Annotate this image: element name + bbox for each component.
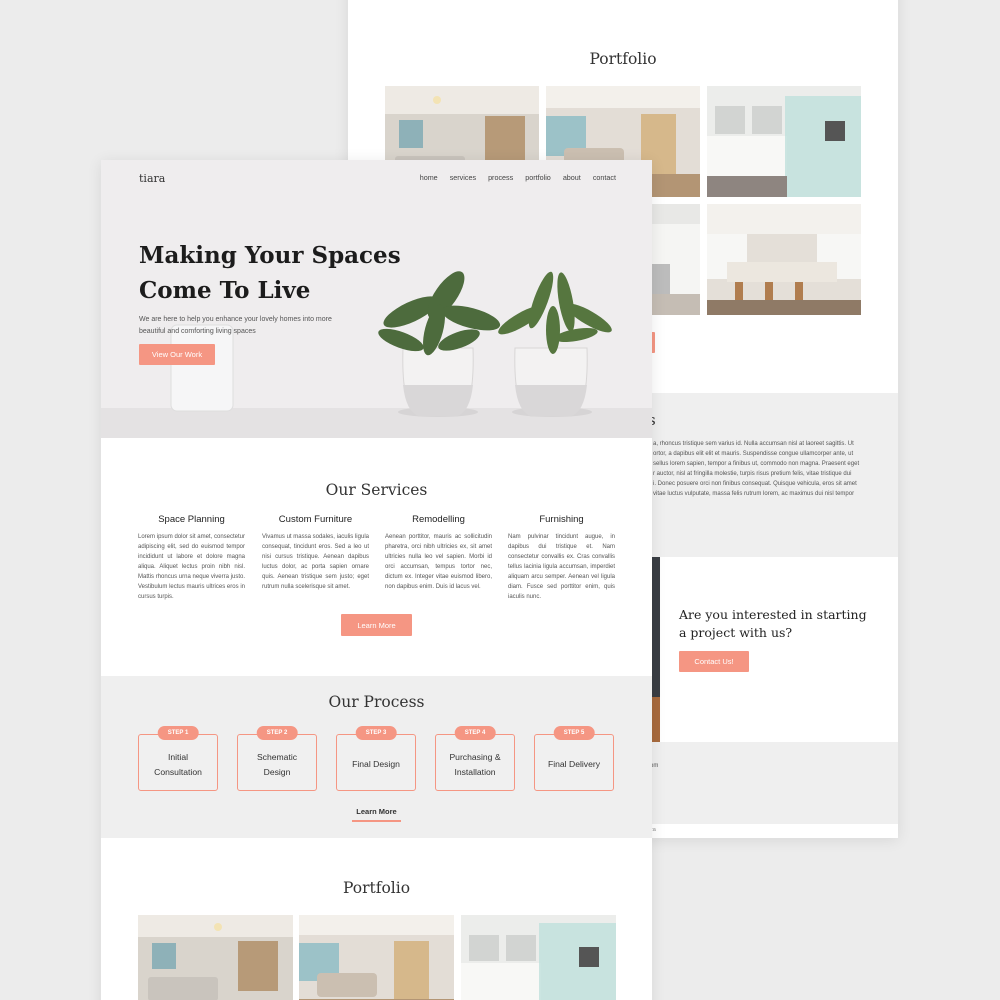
process-learn-more-link[interactable]: Learn More bbox=[352, 807, 401, 822]
hero-title: Making Your Spaces Come To Live bbox=[139, 238, 401, 308]
step-label: Schematic Design bbox=[256, 751, 298, 777]
service-name: Custom Furniture bbox=[278, 514, 353, 525]
nav-portfolio[interactable]: portfolio bbox=[525, 173, 551, 182]
front-page-mockup: tiara home services process portfolio ab… bbox=[101, 160, 652, 1000]
service-name: Remodelling bbox=[412, 514, 465, 525]
service-name: Space Planning bbox=[158, 514, 225, 525]
services-title: Our Services bbox=[325, 481, 428, 499]
process-title: Our Process bbox=[328, 693, 425, 711]
nav-contact[interactable]: contact bbox=[593, 173, 616, 182]
step-badge: STEP 5 bbox=[553, 726, 595, 740]
service-space-planning: Space Planning Lorem ipsum dolor sit ame… bbox=[138, 514, 245, 602]
cta-heading-line: a project with us? bbox=[679, 625, 793, 640]
top-nav: home services process portfolio about co… bbox=[420, 173, 616, 182]
logo[interactable]: tiara bbox=[139, 172, 165, 185]
process-step-2: STEP 2 Schematic Design bbox=[237, 726, 317, 791]
about-text: a, rhoncus tristique sem varius id. Null… bbox=[653, 439, 893, 499]
about-line: r auctor, nisl at fringilla molestie, tu… bbox=[653, 471, 852, 477]
step-badge: STEP 2 bbox=[256, 726, 298, 740]
service-description: Lorem ipsum dolor sit amet, consectetur … bbox=[138, 534, 245, 600]
portfolio-title: Portfolio bbox=[589, 50, 657, 68]
step-label: Final Delivery bbox=[547, 759, 601, 769]
portfolio-title: Portfolio bbox=[342, 879, 411, 897]
step-badge: STEP 1 bbox=[157, 726, 199, 740]
step-label: Final Design bbox=[352, 759, 400, 769]
service-description: Nam pulvinar tincidunt augue, in dapibus… bbox=[508, 534, 615, 600]
step-label: Purchasing & Installation bbox=[449, 751, 501, 777]
process-step-1: STEP 1 Initial Consultation bbox=[138, 726, 218, 791]
contact-us-button[interactable]: Contact Us! bbox=[679, 651, 749, 672]
step-label: Initial Consultation bbox=[154, 751, 202, 777]
about-line: ortor, a dapibus elit elit et mauris. Su… bbox=[653, 451, 854, 457]
about-line: a, rhoncus tristique sem varius id. Null… bbox=[653, 441, 854, 447]
services-learn-more-button[interactable]: Learn More bbox=[341, 614, 412, 636]
process-step-5: STEP 5 Final Delivery bbox=[534, 726, 614, 791]
step-badge: STEP 3 bbox=[355, 726, 397, 740]
about-line: sellus lorem sapien, tempor a finibus ut… bbox=[653, 461, 860, 467]
hero-subtitle-line: We are here to help you enhance your lov… bbox=[139, 316, 332, 323]
portfolio-image-bathroom[interactable] bbox=[707, 86, 861, 197]
portfolio-image-kitchen-island[interactable] bbox=[707, 204, 861, 315]
cta-heading: Are you interested in starting a project… bbox=[679, 606, 867, 642]
hero-subtitle: We are here to help you enhance your lov… bbox=[139, 314, 332, 338]
hero-section: tiara home services process portfolio ab… bbox=[101, 160, 652, 438]
nav-services[interactable]: services bbox=[450, 173, 476, 182]
service-furnishing: Furnishing Nam pulvinar tincidunt augue,… bbox=[508, 514, 615, 602]
nav-about[interactable]: about bbox=[563, 173, 581, 182]
step-badge: STEP 4 bbox=[454, 726, 496, 740]
service-description: Aenean porttitor, mauris ac sollicitudin… bbox=[385, 534, 492, 590]
process-step-3: STEP 3 Final Design bbox=[336, 726, 416, 791]
portfolio-image-open-plan[interactable] bbox=[299, 915, 454, 1000]
hero-title-line: Making Your Spaces bbox=[139, 242, 401, 269]
service-description: Vivamus ut massa sodales, iaculis ligula… bbox=[262, 534, 369, 590]
hero-title-line: Come To Live bbox=[139, 277, 311, 304]
about-line: vitae luctus vulputate, massa felis rutr… bbox=[653, 491, 855, 497]
service-custom-furniture: Custom Furniture Vivamus ut massa sodale… bbox=[262, 514, 369, 592]
portfolio-image-bathroom[interactable] bbox=[461, 915, 616, 1000]
hero-subtitle-line: beautiful and comforting living spaces bbox=[139, 328, 256, 335]
service-remodelling: Remodelling Aenean porttitor, mauris ac … bbox=[385, 514, 492, 592]
nav-process[interactable]: process bbox=[488, 173, 513, 182]
process-step-4: STEP 4 Purchasing & Installation bbox=[435, 726, 515, 791]
view-our-work-button[interactable]: View Our Work bbox=[139, 344, 215, 365]
nav-home[interactable]: home bbox=[420, 173, 438, 182]
portfolio-image-living-room[interactable] bbox=[138, 915, 293, 1000]
cta-image bbox=[652, 557, 660, 742]
cta-heading-line: Are you interested in starting bbox=[679, 607, 867, 622]
service-name: Furnishing bbox=[539, 514, 584, 525]
about-line: i. Donec posuere orci non finibus conseq… bbox=[653, 481, 857, 487]
